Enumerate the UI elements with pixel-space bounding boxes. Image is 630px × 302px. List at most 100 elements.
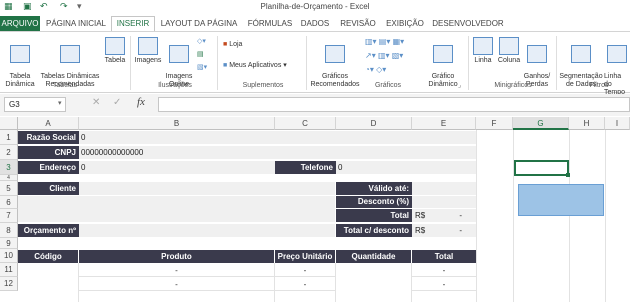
customize-qat-icon[interactable]: ▾: [77, 1, 82, 12]
save-icon[interactable]: ▣: [23, 1, 32, 12]
cell-e12[interactable]: -: [412, 278, 476, 291]
row-header-10[interactable]: 10: [0, 249, 18, 263]
select-all-corner[interactable]: [0, 117, 18, 130]
cell-d7[interactable]: Total: [336, 209, 412, 222]
tab-dados[interactable]: DADOS: [298, 16, 332, 31]
column-chart-icon[interactable]: ▥▾ ▤▾ ▦▾: [365, 37, 404, 46]
tab-arquivo[interactable]: ARQUIVO: [0, 16, 40, 31]
tab-revisao[interactable]: REVISÃO: [337, 16, 379, 31]
column-header-f[interactable]: F: [476, 117, 513, 130]
row-header-11[interactable]: 11: [0, 263, 18, 277]
cell-a10[interactable]: Código: [18, 250, 78, 263]
shapes-icon[interactable]: ◇▾: [197, 37, 206, 45]
cell-b2[interactable]: 00000000000000: [79, 146, 476, 159]
column-header-h[interactable]: H: [569, 117, 605, 130]
cell-e10[interactable]: Total: [412, 250, 476, 263]
tab-exibicao[interactable]: EXIBIÇÃO: [383, 16, 427, 31]
group-filtros-label: Filtros: [589, 82, 609, 89]
line-chart-icon[interactable]: ↗▾ ▥▾ ▧▾: [365, 51, 403, 60]
formula-input[interactable]: [158, 97, 630, 112]
cell-a5[interactable]: Cliente: [18, 182, 79, 195]
cell-a8[interactable]: Orçamento nº: [18, 224, 79, 237]
cell-c12[interactable]: -: [275, 278, 335, 291]
cell-b12[interactable]: -: [79, 278, 274, 291]
cell-b1[interactable]: 0: [79, 131, 476, 144]
window-title: Planilha-de-Orçamento - Excel: [260, 2, 370, 11]
pie-chart-icon[interactable]: ◔▾ ◇▾: [365, 65, 386, 74]
column-header-c[interactable]: C: [275, 117, 336, 130]
meus-aplicativos-button[interactable]: ■ Meus Aplicativos ▾: [223, 61, 287, 69]
row-header-7[interactable]: 7: [0, 209, 18, 223]
column-header-i[interactable]: I: [605, 117, 630, 130]
cell-a6[interactable]: [18, 196, 335, 222]
cancel-icon[interactable]: ✕: [92, 97, 100, 108]
cell-b5[interactable]: [79, 182, 335, 195]
column-header-a[interactable]: A: [18, 117, 79, 130]
active-cell-g3[interactable]: [514, 160, 569, 176]
cell-c11[interactable]: -: [275, 264, 335, 277]
dialog-launcher-icon[interactable]: ⌟: [458, 81, 461, 89]
gridline: [513, 130, 514, 302]
title-bar: Planilha-de-Orçamento - Excel: [0, 0, 630, 15]
cell-a3[interactable]: Endereço: [18, 161, 79, 174]
column-header-d[interactable]: D: [336, 117, 412, 130]
tab-formulas[interactable]: FÓRMULAS: [244, 16, 296, 31]
row-header-2[interactable]: 2: [0, 145, 18, 160]
apps-icon: ■: [223, 62, 228, 69]
enter-icon[interactable]: ✓: [113, 97, 121, 108]
cell-d3[interactable]: 0: [336, 161, 476, 174]
cell-b8[interactable]: [79, 224, 335, 237]
cell-e6[interactable]: [412, 196, 476, 208]
screenshot-icon[interactable]: ▧▾: [197, 63, 207, 71]
cell-e7[interactable]: R$ -: [412, 209, 476, 222]
cell-a2[interactable]: CNPJ: [18, 146, 79, 159]
cell-d6[interactable]: Desconto (%): [336, 196, 412, 208]
ribbon-separator: [130, 36, 131, 90]
blue-rectangle-shape[interactable]: [518, 184, 604, 216]
cell-b10[interactable]: Produto: [79, 250, 274, 263]
row-header-1[interactable]: 1: [0, 130, 18, 145]
tab-desenvolvedor[interactable]: DESENVOLVEDOR: [432, 16, 504, 31]
currency-label: R$: [415, 226, 426, 235]
tabela-label: Tabela: [104, 57, 126, 64]
currency-label: R$: [415, 211, 426, 220]
group-minigraficos-label: Minigráficos: [494, 82, 532, 89]
imagens-button[interactable]: Imagens: [133, 37, 163, 65]
row-header-3[interactable]: 3: [0, 160, 18, 175]
row-header-12[interactable]: 12: [0, 277, 18, 291]
gridline: [476, 130, 477, 302]
sparkline-linha-button[interactable]: Linha: [471, 37, 495, 65]
smartart-icon[interactable]: ▤: [197, 50, 204, 58]
name-box-dropdown-icon[interactable]: ▾: [58, 99, 62, 107]
loja-button[interactable]: ■ Loja: [223, 41, 242, 48]
undo-icon[interactable]: ↶: [40, 1, 48, 12]
column-header-e[interactable]: E: [412, 117, 476, 130]
sparkline-coluna-button[interactable]: Coluna: [495, 37, 523, 65]
redo-icon[interactable]: ↷: [60, 1, 68, 12]
name-box[interactable]: G3: [4, 97, 66, 112]
cell-a1[interactable]: Razão Social: [18, 131, 79, 144]
tab-pagina-inicial[interactable]: PÁGINA INICIAL: [45, 16, 107, 31]
cell-d5[interactable]: Válido até:: [336, 182, 412, 195]
cell-c10[interactable]: Preço Unitário: [275, 250, 335, 263]
cell-d10[interactable]: Quantidade: [336, 250, 411, 263]
cell-c3[interactable]: Telefone: [275, 161, 336, 174]
row-header-5[interactable]: 5: [0, 181, 18, 196]
cell-e8[interactable]: R$ -: [412, 224, 476, 237]
insert-function-icon[interactable]: fx: [137, 96, 145, 108]
gridline: [605, 130, 606, 302]
cell-b11[interactable]: -: [79, 264, 274, 277]
column-header-b[interactable]: B: [79, 117, 275, 130]
tab-layout-da-pagina[interactable]: LAYOUT DA PÁGINA: [158, 16, 240, 31]
row-header-6[interactable]: 6: [0, 196, 18, 209]
cell-d8[interactable]: Total c/ desconto: [336, 224, 412, 237]
row-header-8[interactable]: 8: [0, 223, 18, 238]
column-header-g[interactable]: G: [513, 117, 569, 130]
cell-e5[interactable]: [412, 182, 476, 195]
cell-b3[interactable]: 0: [79, 161, 275, 174]
cell-e11[interactable]: -: [412, 264, 476, 277]
tabela-button[interactable]: Tabela: [102, 37, 128, 65]
row-header-9[interactable]: 9: [0, 238, 18, 249]
fill-handle[interactable]: [566, 173, 570, 177]
pivot-table-icon: [10, 45, 30, 63]
